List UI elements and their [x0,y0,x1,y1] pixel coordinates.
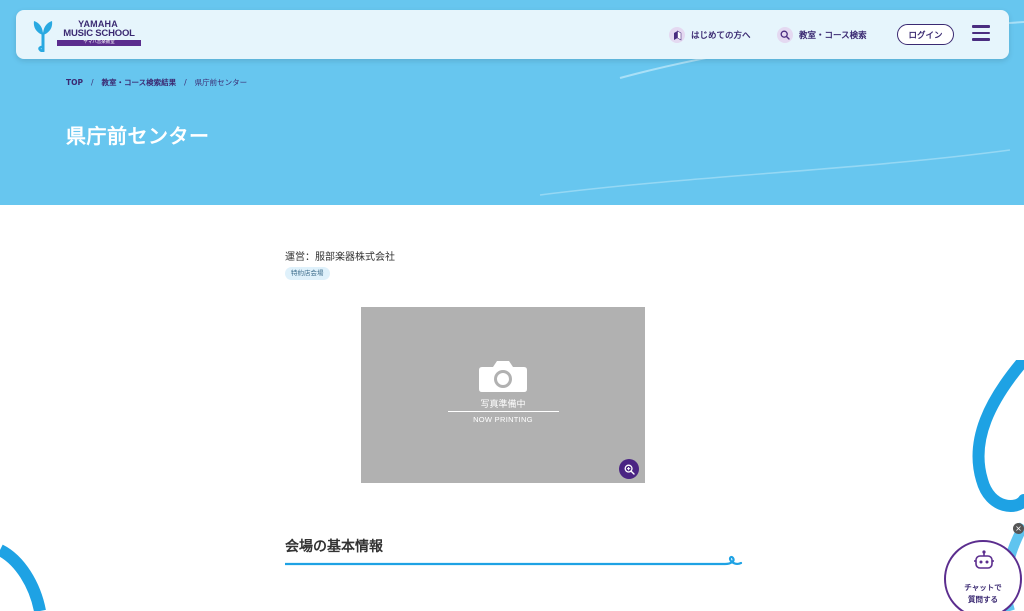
photo-label: 写真準備中 [480,400,526,410]
breadcrumb-search-results[interactable]: 教室・コース検索結果 [102,77,177,88]
ribbon-decoration-left [0,544,46,611]
section-underline-decoration [285,555,743,566]
camera-icon [479,361,527,392]
robot-icon [974,550,994,569]
photo-sublabel: NOW PRINTING [473,415,533,424]
zoom-in-button[interactable] [619,459,639,479]
nav-link-beginner[interactable]: はじめての方へ [669,25,751,45]
chat-label-line2: 質問する [968,595,998,604]
venue-type-badge: 特約店会場 [285,267,330,280]
breadcrumb-current: 県庁前センター [194,78,248,87]
breadcrumb-separator: / [91,78,94,87]
zoom-in-icon [624,464,635,475]
chat-label: チャットで 質問する [946,582,1020,606]
breadcrumb-top[interactable]: TOP [66,78,83,87]
nav-link-search[interactable]: 教室・コース検索 [777,25,867,45]
beginner-mark-icon [669,27,685,43]
nav-beginner-label: はじめての方へ [691,31,751,41]
photo-divider [448,411,559,412]
page-title: 県庁前センター [66,124,210,148]
nav-search-label: 教室・コース検索 [799,31,867,41]
logo-band: ヤマハ音楽教室 [57,40,141,46]
yamaha-logo[interactable]: YAMAHA MUSIC SCHOOL ヤマハ音楽教室 [32,18,142,52]
search-icon [777,27,793,43]
chat-label-line1: チャットで [964,583,1002,592]
breadcrumb-separator: / [184,78,187,87]
login-button[interactable]: ログイン [897,24,954,45]
operator-text: 運営：服部楽器株式会社 [285,252,395,263]
site-header: YAMAHA MUSIC SCHOOL ヤマハ音楽教室 はじめての方へ 教室・コ… [16,10,1009,59]
hamburger-menu-icon[interactable] [972,25,990,43]
yamaha-logo-mark-icon [33,21,53,52]
chat-close-button[interactable]: × [1013,523,1024,534]
venue-photo-placeholder[interactable]: 写真準備中 NOW PRINTING [361,307,645,483]
chat-question-button[interactable]: チャットで 質問する [944,540,1022,611]
breadcrumb: TOP / 教室・コース検索結果 / 県庁前センター [66,77,247,88]
logo-text-music-school: MUSIC SCHOOL [63,28,135,39]
